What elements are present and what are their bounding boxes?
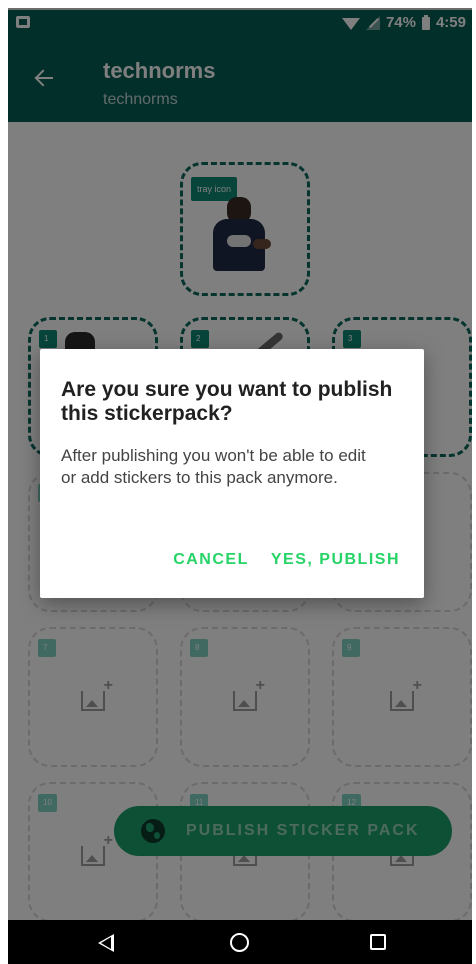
phone-screen: 74% 4:59 technorms technorms tray icon 1…	[8, 8, 472, 964]
nav-home-icon[interactable]	[230, 933, 249, 952]
nav-back-icon[interactable]	[98, 934, 114, 952]
dialog-actions: CANCEL YES, PUBLISH	[173, 551, 400, 569]
nav-recents-icon[interactable]	[370, 934, 386, 950]
publish-confirm-dialog: Are you sure you want to publish this st…	[40, 349, 424, 598]
dialog-message: After publishing you won't be able to ed…	[61, 446, 366, 487]
dialog-title: Are you sure you want to publish this st…	[61, 378, 393, 425]
navigation-bar	[8, 920, 472, 964]
cancel-button[interactable]: CANCEL	[173, 551, 249, 569]
yes-publish-button[interactable]: YES, PUBLISH	[271, 551, 400, 569]
